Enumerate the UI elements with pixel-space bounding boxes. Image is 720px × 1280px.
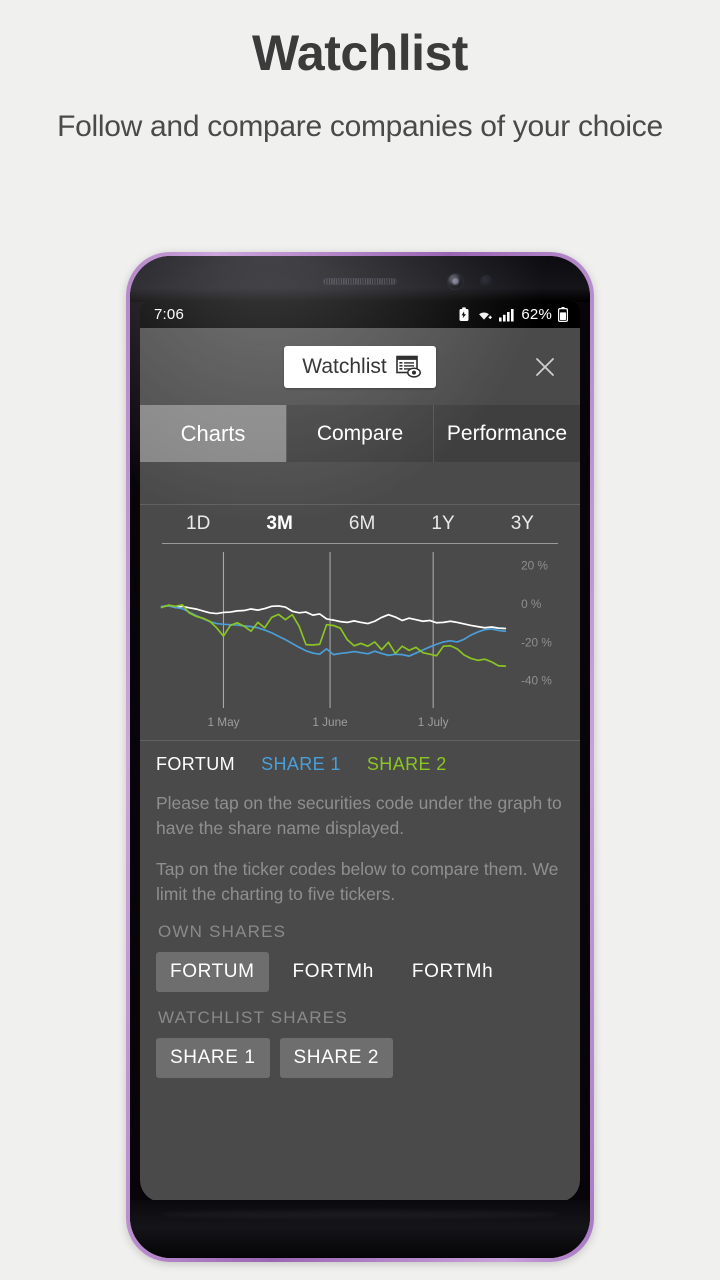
- price-chart-svg: 1 May 1 June 1 July 20 % 0 % -20 % -40 %: [160, 552, 552, 729]
- chart-ytick-label: 0 %: [521, 597, 542, 611]
- legend-item-fortum[interactable]: FORTUM: [156, 754, 235, 775]
- range-3m[interactable]: 3M: [262, 513, 296, 535]
- legend-item-share-2[interactable]: SHARE 2: [367, 754, 447, 775]
- page-subtitle: Follow and compare companies of your cho…: [57, 110, 663, 143]
- watchlist-title-chip[interactable]: Watchlist: [284, 345, 436, 388]
- cellular-signal-icon: [499, 308, 514, 321]
- page-title: Watchlist: [252, 25, 468, 81]
- proximity-sensor-icon: [480, 275, 493, 288]
- legend-item-share-1[interactable]: SHARE 1: [261, 754, 341, 775]
- range-1d[interactable]: 1D: [182, 513, 214, 535]
- close-button[interactable]: [528, 350, 562, 384]
- chart-ytick-label: -20 %: [521, 635, 552, 649]
- chart-legend: FORTUM SHARE 1 SHARE 2: [140, 741, 580, 779]
- battery-icon: [558, 307, 568, 322]
- phone-mockup: 7:06 62% Watchlist Charts Compare Perfor…: [126, 252, 594, 1262]
- range-selector: 1D 3M 6M 1Y 3Y: [140, 507, 580, 543]
- price-chart[interactable]: 1 May 1 June 1 July 20 % 0 % -20 % -40 %: [140, 544, 580, 740]
- tab-performance[interactable]: Performance: [434, 405, 580, 462]
- chip-fortmh-2[interactable]: FORTMh: [398, 952, 507, 992]
- watchlist-shares-label: WATCHLIST SHARES: [158, 1008, 348, 1028]
- chart-ytick-label: -40 %: [521, 674, 552, 688]
- status-bar-time: 7:06: [154, 306, 184, 323]
- battery-percent-label: 62%: [521, 306, 552, 323]
- tab-bar: Charts Compare Performance: [140, 405, 580, 462]
- phone-screen: 7:06 62% Watchlist Charts Compare Perfor…: [140, 301, 580, 1202]
- range-3y[interactable]: 3Y: [507, 513, 538, 535]
- chart-body: Please tap on the securities code under …: [140, 779, 580, 1079]
- chart-xtick-label: 1 May: [207, 715, 239, 729]
- battery-saver-icon: [459, 307, 469, 321]
- chart-card: 1D 3M 6M 1Y 3Y 1 May 1 June 1 July 20 % 0 % -…: [140, 504, 580, 741]
- hint-text-2: Tap on the ticker codes below to compare…: [156, 858, 559, 904]
- hint-text-1: Please tap on the securities code under …: [156, 793, 562, 838]
- tab-compare[interactable]: Compare: [287, 405, 434, 462]
- phone-bottom-bezel: [130, 1200, 590, 1258]
- wifi-icon: [479, 312, 493, 320]
- status-bar-icons: 62%: [458, 306, 568, 323]
- range-6m[interactable]: 6M: [345, 513, 379, 535]
- app-header: Watchlist: [140, 328, 580, 405]
- own-shares-chips: FORTUM FORTMh FORTMh: [156, 952, 564, 993]
- phone-body: 7:06 62% Watchlist Charts Compare Perfor…: [130, 256, 590, 1258]
- close-icon: [536, 357, 554, 376]
- own-shares-label: OWN SHARES: [158, 922, 287, 942]
- phone-sensor-strip: [130, 256, 590, 308]
- tab-charts[interactable]: Charts: [140, 405, 287, 462]
- chip-share-1[interactable]: SHARE 1: [156, 1038, 270, 1079]
- promo-screenshot: Watchlist Follow and compare companies o…: [0, 0, 720, 1280]
- front-camera-icon: [448, 274, 463, 289]
- promo-header: Watchlist Follow and compare companies o…: [0, 0, 720, 152]
- chart-xtick-label: 1 July: [418, 715, 449, 729]
- chip-fortum[interactable]: FORTUM: [156, 952, 269, 993]
- watchlist-document-eye-icon: [395, 355, 421, 378]
- chart-ytick-label: 20 %: [521, 559, 548, 573]
- watchlist-chip-label: Watchlist: [302, 354, 387, 378]
- chip-fortmh-1[interactable]: FORTMh: [279, 952, 388, 992]
- toolbar-spacer: [140, 462, 580, 504]
- chart-xtick-label: 1 June: [312, 715, 348, 729]
- range-1y[interactable]: 1Y: [427, 513, 458, 535]
- chip-share-2[interactable]: SHARE 2: [279, 1038, 394, 1079]
- watchlist-shares-chips: SHARE 1 SHARE 2: [156, 1038, 564, 1079]
- earpiece-speaker-icon: [323, 278, 397, 285]
